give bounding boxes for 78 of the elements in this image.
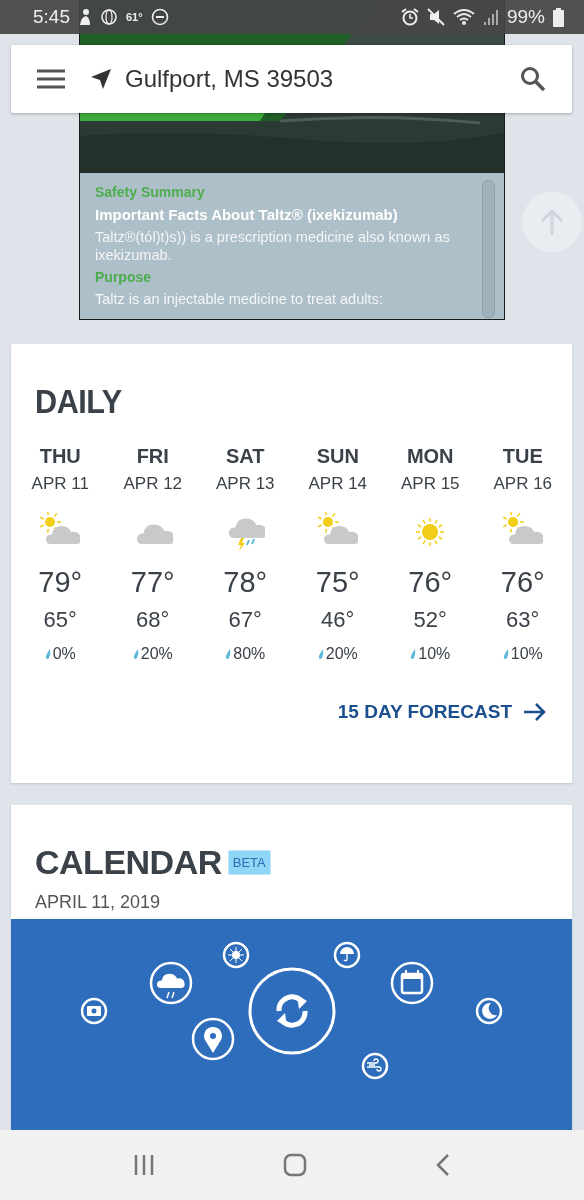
globe-icon — [100, 8, 118, 26]
day-name: SUN — [316, 445, 359, 468]
umbrella-icon — [333, 941, 361, 969]
precipitation-chance: 10% — [418, 645, 451, 663]
signal-icon — [482, 8, 499, 26]
low-temperature: 46° — [321, 607, 355, 633]
forecast-link[interactable]: 15 DAY FORECAST — [337, 701, 546, 723]
high-temperature: 79° — [38, 566, 83, 599]
high-temperature: 76° — [500, 566, 545, 599]
battery-icon — [553, 7, 564, 27]
section-title: DAILY — [35, 382, 122, 421]
raindrop-icon — [502, 648, 509, 660]
alarm-icon — [400, 8, 419, 26]
wifi-icon — [452, 8, 475, 26]
temperature-reading: 61° — [126, 11, 143, 23]
mute-icon — [426, 8, 445, 26]
day-name: MON — [406, 445, 454, 468]
precipitation-chance: 20% — [140, 645, 173, 663]
summary-text: Taltz is an injectable medicine to treat adults: — [95, 290, 384, 308]
section-title: CALENDAR — [35, 843, 222, 882]
search-button[interactable] — [520, 66, 546, 92]
high-temperature: 78° — [223, 566, 268, 599]
location-text: Gulfport, MS 39503 — [125, 65, 335, 93]
high-temperature: 77° — [130, 566, 175, 599]
back-icon — [435, 1154, 450, 1176]
navigation-arrow-icon — [91, 69, 111, 89]
moon-icon — [475, 997, 503, 1025]
calendar-icon — [390, 961, 434, 1005]
day-date: APR 14 — [308, 474, 368, 494]
refresh-icon — [248, 967, 336, 1055]
day-date: APR 12 — [123, 474, 183, 494]
person-icon — [78, 8, 92, 26]
beta-badge: BETA — [227, 850, 271, 875]
precipitation-chance: 80% — [233, 645, 266, 663]
summary-text: Taltz®(tól)t)s)) is a prescription medicine also known as ixekizumab. — [95, 228, 451, 264]
menu-button[interactable] — [37, 69, 65, 89]
precipitation-chance: 0% — [52, 645, 76, 663]
calendar-date: APRIL 11, 2019 — [35, 892, 162, 913]
low-temperature: 65° — [43, 607, 77, 633]
raindrop-icon — [225, 648, 232, 660]
sun-icon — [222, 941, 250, 969]
day-name: SAT — [226, 445, 265, 468]
precipitation-chance: 20% — [325, 645, 358, 663]
section-title: Purpose — [95, 268, 152, 286]
low-temperature: 68° — [136, 607, 170, 633]
rain-cloud-icon — [149, 961, 193, 1005]
day-date: APR 11 — [31, 474, 89, 494]
recents-icon — [134, 1154, 155, 1176]
day-name: TUE — [502, 445, 543, 468]
clock-time: 5:45 — [33, 6, 70, 28]
location-pin-icon — [191, 1017, 235, 1061]
wind-icon — [361, 1052, 389, 1080]
day-date: APR 15 — [400, 474, 460, 494]
day-date: APR 13 — [215, 474, 275, 494]
low-temperature: 52° — [413, 607, 447, 633]
high-temperature: 76° — [408, 566, 453, 599]
search-icon — [520, 66, 546, 92]
home-icon — [283, 1153, 307, 1177]
low-temperature: 67° — [228, 607, 262, 633]
do-not-disturb-icon — [150, 8, 169, 26]
battery-percentage: 99% — [506, 6, 545, 28]
high-temperature: 75° — [315, 566, 360, 599]
day-name: FRI — [136, 445, 169, 468]
scrollbar[interactable] — [482, 180, 495, 318]
raindrop-icon — [132, 648, 139, 660]
arrow-up-icon — [540, 209, 564, 235]
raindrop-icon — [317, 648, 324, 660]
raindrop-icon — [410, 648, 417, 660]
raindrop-icon — [44, 648, 51, 660]
menu-icon — [37, 69, 65, 89]
summary-heading: Important Facts About Taltz® (ixekizumab) — [95, 206, 399, 224]
section-title: Safety Summary — [95, 183, 206, 201]
day-date: APR 16 — [493, 474, 553, 494]
arrow-right-icon — [524, 703, 546, 721]
day-name: THU — [39, 445, 81, 468]
precipitation-chance: 10% — [510, 645, 543, 663]
low-temperature: 63° — [506, 607, 540, 633]
search-bar[interactable]: Gulfport, MS 39503 — [11, 45, 572, 113]
